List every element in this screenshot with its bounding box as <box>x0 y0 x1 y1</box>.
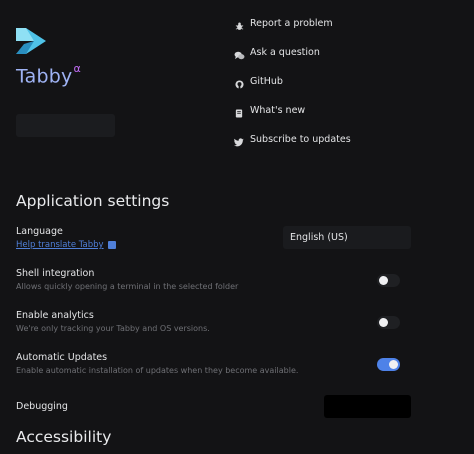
link-label: Report a problem <box>250 18 333 29</box>
help-translate-link[interactable]: Help translate Tabby <box>16 240 116 250</box>
shell-integration-toggle[interactable] <box>377 274 400 287</box>
language-select[interactable]: English (US) <box>283 226 411 249</box>
automatic-updates-label: Automatic Updates <box>16 352 108 363</box>
link-whats-new[interactable]: What's new <box>228 101 428 130</box>
help-translate-text: Help translate Tabby <box>16 240 104 250</box>
debugging-button[interactable] <box>324 395 411 418</box>
help-links: Report a problem Ask a question GitHub W… <box>228 14 428 159</box>
tabby-logo-icon <box>16 28 46 54</box>
link-label: Subscribe to updates <box>250 134 351 145</box>
settings-page: Tabbyα Report a problem Ask a question G… <box>0 0 474 454</box>
shell-integration-description: Allows quickly opening a terminal in the… <box>16 282 239 291</box>
chat-bubbles-icon <box>234 51 244 60</box>
release-channel-badge: α <box>73 62 81 75</box>
language-label: Language <box>16 226 63 237</box>
link-subscribe-updates[interactable]: Subscribe to updates <box>228 130 428 159</box>
app-name: Tabbyα <box>16 62 81 88</box>
section-title-accessibility: Accessibility <box>16 428 112 446</box>
link-github[interactable]: GitHub <box>228 72 428 101</box>
twitter-icon <box>234 138 244 147</box>
github-icon <box>234 80 244 89</box>
book-icon <box>235 109 243 118</box>
shell-integration-label: Shell integration <box>16 268 95 279</box>
automatic-updates-description: Enable automatic installation of updates… <box>16 366 299 375</box>
link-report-problem[interactable]: Report a problem <box>228 14 428 43</box>
section-title-application-settings: Application settings <box>16 192 170 210</box>
link-label: Ask a question <box>250 47 320 58</box>
analytics-label: Enable analytics <box>16 310 94 321</box>
analytics-toggle[interactable] <box>377 316 400 329</box>
link-label: GitHub <box>250 76 283 87</box>
analytics-description: We're only tracking your Tabby and OS ve… <box>16 324 210 333</box>
toggle-knob <box>389 360 398 369</box>
check-updates-button[interactable] <box>16 114 115 137</box>
external-link-icon <box>107 241 116 249</box>
app-name-text: Tabby <box>16 65 73 88</box>
toggle-knob <box>379 276 388 285</box>
link-label: What's new <box>250 105 306 116</box>
link-ask-question[interactable]: Ask a question <box>228 43 428 72</box>
toggle-knob <box>379 318 388 327</box>
automatic-updates-toggle[interactable] <box>377 358 400 371</box>
debugging-label: Debugging <box>16 401 68 412</box>
bug-icon <box>235 22 243 30</box>
